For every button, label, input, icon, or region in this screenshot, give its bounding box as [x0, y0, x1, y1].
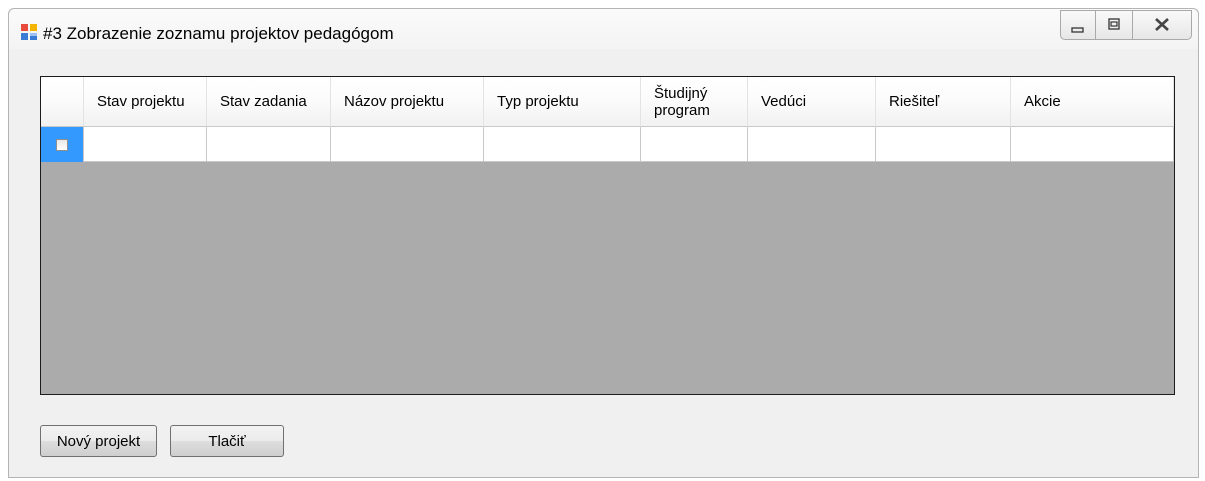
table-cell[interactable]: [641, 127, 748, 162]
column-header-stav-projektu[interactable]: Stav projektu: [84, 77, 207, 127]
window-title: #3 Zobrazenie zoznamu projektov pedagógo…: [43, 24, 394, 43]
table-cell[interactable]: [748, 127, 876, 162]
header-row: Stav projektu Stav zadania Názov projekt…: [41, 77, 1174, 127]
table-cell[interactable]: [207, 127, 331, 162]
print-button[interactable]: Tlačiť: [170, 425, 284, 457]
table-cell[interactable]: [876, 127, 1011, 162]
row-header-column[interactable]: [41, 77, 84, 127]
column-header-akcie[interactable]: Akcie: [1011, 77, 1174, 127]
maximize-icon: [1108, 18, 1120, 30]
table-cell[interactable]: [84, 127, 207, 162]
row-select-checkbox[interactable]: [56, 138, 68, 151]
table-cell[interactable]: [1011, 127, 1174, 162]
projects-datagrid[interactable]: Stav projektu Stav zadania Názov projekt…: [40, 76, 1175, 395]
minimize-icon: [1071, 27, 1084, 33]
column-header-nazov-projektu[interactable]: Názov projektu: [331, 77, 484, 127]
winforms-app-icon: [21, 24, 37, 40]
close-button[interactable]: [1132, 10, 1192, 40]
column-header-typ-projektu[interactable]: Typ projektu: [484, 77, 641, 127]
column-header-stav-zadania[interactable]: Stav zadania: [207, 77, 331, 127]
main-window: #3 Zobrazenie zoznamu projektov pedagógo…: [8, 8, 1199, 478]
table-cell[interactable]: [484, 127, 641, 162]
column-header-studijny-program[interactable]: Študijný program: [641, 77, 748, 127]
window-controls: [1060, 10, 1192, 40]
table-row[interactable]: [41, 127, 1174, 162]
row-header-cell[interactable]: [41, 127, 84, 162]
table-cell[interactable]: [331, 127, 484, 162]
new-project-button[interactable]: Nový projekt: [40, 425, 157, 457]
column-header-riesitel[interactable]: Riešiteľ: [876, 77, 1011, 127]
close-icon: [1155, 18, 1169, 31]
minimize-button[interactable]: [1060, 10, 1096, 40]
title-bar[interactable]: #3 Zobrazenie zoznamu projektov pedagógo…: [9, 9, 1198, 49]
maximize-button[interactable]: [1095, 10, 1133, 40]
column-header-veduci[interactable]: Vedúci: [748, 77, 876, 127]
